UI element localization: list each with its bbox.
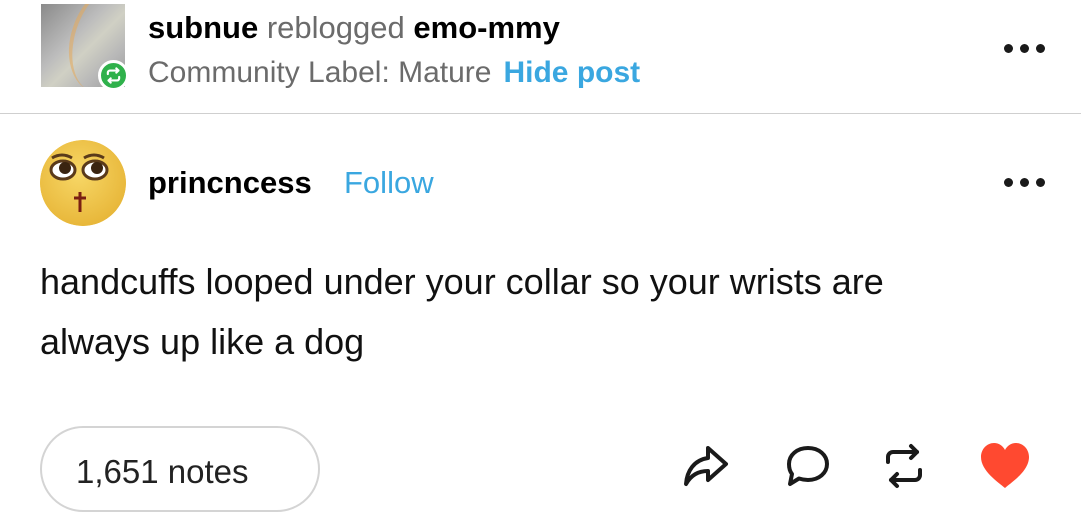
post-more-options-icon[interactable] (1004, 178, 1045, 187)
post-body-line: always up like a dog (40, 321, 365, 362)
follow-button[interactable]: Follow (344, 164, 434, 202)
reblog-attribution: subnue reblogged emo-mmy (148, 10, 560, 46)
hide-post-link[interactable]: Hide post (503, 56, 640, 89)
post-author-username[interactable]: princncess (148, 164, 312, 202)
post-author-avatar[interactable] (40, 140, 126, 226)
reblogger-username[interactable]: subnue (148, 10, 258, 45)
reblog-more-options-icon[interactable] (1004, 44, 1045, 53)
like-heart-icon[interactable] (978, 440, 1030, 492)
reblog-badge-icon (98, 60, 129, 91)
reblog-header: subnue reblogged emo-mmy Community Label… (0, 0, 1081, 112)
reblog-icon[interactable] (878, 440, 930, 492)
community-label-row: Community Label: Mature Hide post (148, 55, 640, 91)
notes-count: 1,651 notes (76, 453, 249, 490)
comment-icon[interactable] (782, 440, 834, 492)
header-divider (0, 113, 1081, 114)
post-body-text: handcuffs looped under your collar so yo… (40, 252, 1050, 372)
notes-count-button[interactable]: 1,651 notes (40, 426, 320, 512)
community-label: Community Label: Mature (148, 56, 492, 89)
reblog-verb: reblogged (266, 10, 405, 45)
reblog-source-username[interactable]: emo-mmy (413, 10, 559, 45)
post-body-line: handcuffs looped under your collar so yo… (40, 261, 884, 302)
share-icon[interactable] (680, 440, 732, 492)
